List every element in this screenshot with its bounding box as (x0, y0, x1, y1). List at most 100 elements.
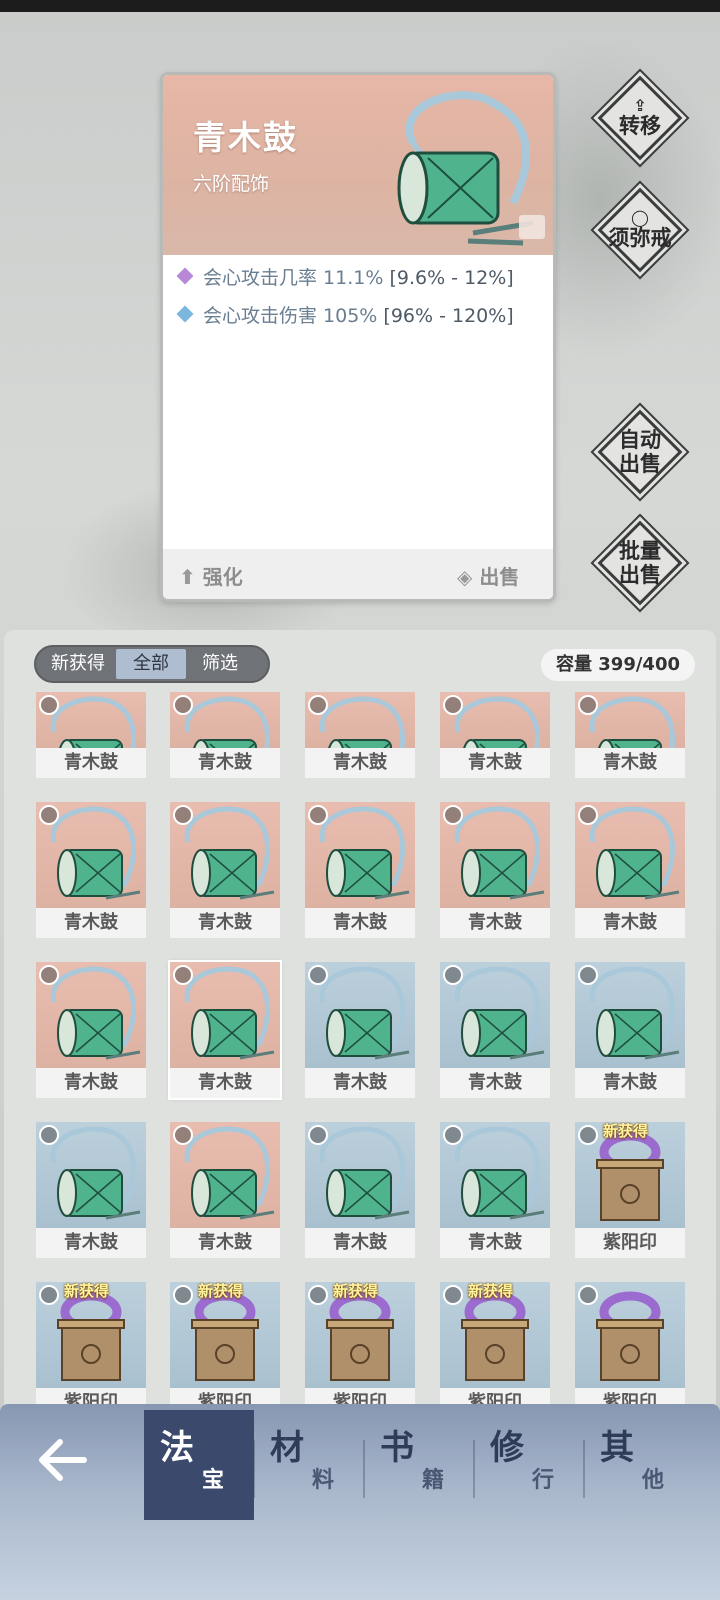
item-type-icon (39, 695, 59, 715)
new-badge: 新获得 (603, 1122, 649, 1140)
inventory-item[interactable]: 新获得 紫阳印 (36, 1282, 146, 1418)
drum-item-image (397, 91, 534, 246)
inventory-item[interactable]: 青木鼓 (575, 802, 685, 938)
nav-divider (253, 1440, 255, 1498)
transfer-button[interactable]: ⇪ 转移 (597, 75, 683, 161)
stat-range: [9.6% - 12%] (389, 267, 514, 289)
item-type-icon (173, 1285, 193, 1305)
item-type-icon (443, 1125, 463, 1145)
inventory-item[interactable]: 青木鼓 (305, 802, 415, 938)
inventory-item[interactable]: 青木鼓 (36, 1122, 146, 1258)
item-type-icon (578, 1125, 598, 1145)
stat-crit-rate: 会心攻击几率 11.1% [9.6% - 12%] (176, 263, 514, 290)
inventory-item[interactable]: 青木鼓 (36, 802, 146, 938)
stat-crit-damage: 会心攻击伤害 105% [96% - 120%] (176, 301, 514, 328)
item-grade: 六阶配饰 (193, 173, 270, 195)
nav-tab-label: 材 (270, 1428, 304, 1468)
inventory-item[interactable]: 青木鼓 (170, 692, 280, 778)
inventory-item[interactable]: 青木鼓 (305, 1122, 415, 1258)
inventory-item-name: 青木鼓 (170, 908, 280, 938)
sell-button[interactable]: ◈ 出售 (457, 561, 519, 590)
inventory-item[interactable]: 青木鼓 (575, 962, 685, 1098)
inventory-item-name: 青木鼓 (440, 908, 550, 938)
item-type-icon (39, 805, 59, 825)
inventory-item[interactable]: 新获得紫阳印 (575, 1122, 685, 1258)
item-type-icon (308, 965, 328, 985)
inventory-item[interactable]: 青木鼓 (575, 692, 685, 778)
filter-tab-filter[interactable]: 筛选 (188, 649, 252, 679)
inventory-item-name: 青木鼓 (575, 748, 685, 778)
inventory-item-name: 紫阳印 (575, 1228, 685, 1258)
new-badge: 新获得 (64, 1282, 110, 1300)
inventory-item[interactable]: 青木鼓 (440, 802, 550, 938)
enhance-label: 强化 (202, 565, 243, 589)
item-name: 青木鼓 (193, 118, 298, 157)
inventory-item[interactable]: 青木鼓 (440, 692, 550, 778)
new-badge: 新获得 (468, 1282, 514, 1300)
sell-tag-icon: ◈ (457, 565, 473, 589)
enhance-button[interactable]: ⬆ 强化 (179, 561, 243, 590)
auto-sell-label-1: 自动 (619, 428, 661, 452)
inventory-item[interactable]: 青木鼓 (440, 962, 550, 1098)
item-type-icon (173, 805, 193, 825)
inventory-item-name: 青木鼓 (305, 1068, 415, 1098)
auto-sell-button[interactable]: 自动 出售 (597, 409, 683, 495)
filter-tab-new[interactable]: 新获得 (42, 649, 114, 679)
inventory-item[interactable]: 青木鼓 (170, 802, 280, 938)
inventory-item-name: 青木鼓 (305, 908, 415, 938)
item-type-icon (308, 805, 328, 825)
nav-divider (363, 1440, 365, 1498)
inventory-item[interactable]: 新获得 紫阳印 (440, 1282, 550, 1418)
nav-tab-sublabel: 料 (312, 1468, 335, 1493)
nav-tab-sublabel: 宝 (202, 1468, 225, 1493)
inventory-item[interactable]: 紫阳印 (575, 1282, 685, 1418)
inventory-item-name: 青木鼓 (305, 1228, 415, 1258)
inventory-item[interactable]: 新获得 紫阳印 (170, 1282, 280, 1418)
filter-segmented-control: 新获得 全部 筛选 (34, 645, 270, 683)
ring-icon: ◯ (631, 208, 649, 227)
arrow-left-icon[interactable] (32, 1432, 96, 1488)
item-type-icon (578, 965, 598, 985)
nav-tab[interactable]: 修行 (474, 1410, 584, 1520)
nav-tab[interactable]: 材料 (254, 1410, 364, 1520)
item-detail-card: 青木鼓 六阶配饰 会心攻击几率 11.1% [9.6% - 12%] 会心攻击伤… (160, 72, 556, 602)
inventory-item[interactable]: 青木鼓 (440, 1122, 550, 1258)
inventory-item-name: 青木鼓 (440, 1228, 550, 1258)
transfer-label: 转移 (619, 114, 661, 138)
new-badge: 新获得 (333, 1282, 379, 1300)
inventory-item[interactable]: 新获得 紫阳印 (305, 1282, 415, 1418)
expand-icon[interactable] (519, 215, 545, 239)
item-type-icon (578, 805, 598, 825)
item-detail-header: 青木鼓 六阶配饰 (163, 75, 553, 255)
item-type-icon (443, 1285, 463, 1305)
item-type-icon (578, 1285, 598, 1305)
inventory-item-name: 青木鼓 (36, 1068, 146, 1098)
inventory-item[interactable]: 青木鼓 (170, 1122, 280, 1258)
item-type-icon (443, 805, 463, 825)
item-type-icon (443, 965, 463, 985)
nav-tab-sublabel: 籍 (422, 1468, 445, 1493)
nav-tab[interactable]: 书籍 (364, 1410, 474, 1520)
inventory-item-name: 青木鼓 (36, 908, 146, 938)
nav-tab[interactable]: 法宝 (144, 1410, 254, 1520)
bulk-sell-button[interactable]: 批量 出售 (597, 520, 683, 606)
filter-tab-all[interactable]: 全部 (116, 649, 186, 679)
inventory-item[interactable]: 青木鼓 (168, 960, 282, 1100)
item-type-icon (173, 965, 193, 985)
storage-ring-button[interactable]: ◯ 须弥戒 (597, 187, 683, 273)
inventory-item[interactable]: 青木鼓 (305, 962, 415, 1098)
inventory-item-name: 青木鼓 (170, 1228, 280, 1258)
item-type-icon (39, 1285, 59, 1305)
bulk-sell-label-2: 出售 (619, 563, 661, 587)
inventory-item-name: 青木鼓 (575, 908, 685, 938)
inventory-item[interactable]: 青木鼓 (36, 692, 146, 778)
nav-tab-label: 其 (600, 1428, 634, 1468)
up-arrow-icon: ⬆ (179, 565, 196, 589)
nav-tab-label: 书 (380, 1428, 414, 1468)
inventory-item[interactable]: 青木鼓 (36, 962, 146, 1098)
stat-label: 会心攻击伤害 105% (203, 305, 378, 327)
sell-label: 出售 (479, 565, 520, 589)
inventory-item[interactable]: 青木鼓 (305, 692, 415, 778)
item-type-icon (173, 1125, 193, 1145)
nav-tab[interactable]: 其他 (584, 1410, 694, 1520)
